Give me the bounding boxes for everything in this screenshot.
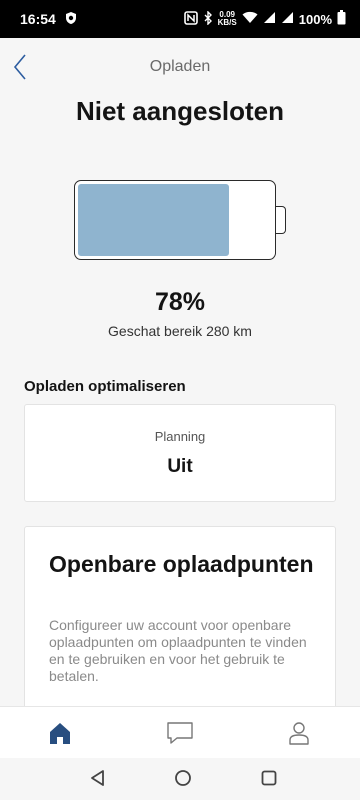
bottom-nav <box>0 706 360 759</box>
signal-icon-2 <box>281 11 294 27</box>
system-back-button[interactable] <box>88 768 108 788</box>
chat-icon <box>167 722 193 744</box>
status-bar: 16:54 0.09 KB/S 100% <box>0 0 360 38</box>
nfc-icon <box>183 10 198 28</box>
status-time: 16:54 <box>20 11 56 27</box>
network-speed: 0.09 KB/S <box>217 10 237 27</box>
header-title: Opladen <box>149 58 211 75</box>
nav-home[interactable] <box>46 719 76 747</box>
nav-messages[interactable] <box>165 719 195 747</box>
system-home-button[interactable] <box>173 768 193 788</box>
planning-value: Uit <box>167 456 193 477</box>
page-title: Niet aangesloten <box>75 96 285 126</box>
planning-label: Planning <box>154 429 206 444</box>
battery-graphic <box>74 180 276 260</box>
battery-percent: 100% <box>298 11 332 27</box>
home-circle-icon <box>175 770 191 786</box>
battery-icon <box>337 10 346 28</box>
planning-card[interactable]: Planning Uit <box>24 404 336 502</box>
app-header: Opladen <box>0 38 360 94</box>
profile-icon <box>289 722 309 745</box>
home-icon <box>50 723 70 744</box>
public-charging-title: Openbare oplaadpunten <box>49 551 314 577</box>
public-charging-card[interactable]: Openbare oplaadpunten Configureer uw acc… <box>24 526 336 726</box>
system-recents-button[interactable] <box>259 768 279 788</box>
bluetooth-icon <box>203 9 213 28</box>
signal-icon <box>263 11 276 27</box>
battery-fill <box>78 184 229 256</box>
public-charging-description: Configureer uw account voor openbare opl… <box>49 617 307 684</box>
shield-icon <box>64 11 78 28</box>
system-nav-bar <box>0 758 360 800</box>
wifi-icon <box>242 11 258 27</box>
recents-square-icon <box>261 770 277 786</box>
nav-profile[interactable] <box>285 719 315 747</box>
back-triangle-icon <box>91 770 104 786</box>
estimated-range: Geschat bereik 280 km <box>108 323 252 339</box>
battery-percent-label: 78% <box>154 288 206 316</box>
section-title-optimize: Opladen optimaliseren <box>24 378 186 395</box>
battery-tip <box>276 206 286 234</box>
